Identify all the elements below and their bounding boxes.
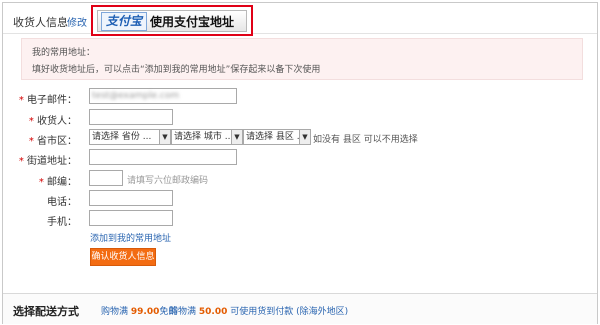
street-field[interactable]	[89, 149, 237, 165]
mobile-label: 手机：	[47, 217, 77, 228]
recipient-field[interactable]	[89, 109, 173, 125]
alipay-highlight-frame: 支付宝 使用支付宝地址	[91, 5, 253, 36]
section-title: 收货人信息	[13, 16, 68, 29]
district-select-value: 请选择 县区 ...	[246, 132, 306, 142]
street-label: * 街道地址：	[18, 156, 77, 167]
address-panel: 收货人信息 修改 支付宝 使用支付宝地址 我的常用地址： 填好收货地址后，可以点…	[2, 2, 598, 324]
province-select-value: 请选择 省份 ...	[92, 132, 152, 142]
confirm-recipient-button[interactable]: 确认收货人信息	[90, 248, 156, 266]
email-label: * 电子邮件：	[18, 95, 77, 106]
chevron-down-icon: ▼	[299, 130, 310, 144]
recipient-row: * 收货人：	[3, 109, 597, 129]
shipping-title: 选择配送方式	[13, 305, 79, 318]
city-select-value: 请选择 城市 ...	[174, 132, 234, 142]
cod-note: 购物满 50.00 可使用货到付款 (除海外地区)	[169, 307, 349, 317]
region-label: * 省市区：	[28, 136, 77, 147]
mobile-field[interactable]	[89, 210, 173, 226]
chevron-down-icon: ▼	[159, 130, 170, 144]
notice-line-1: 我的常用地址：	[32, 48, 96, 58]
recipient-label: * 收货人：	[28, 116, 77, 127]
province-select[interactable]: 请选择 省份 ... ▼	[89, 129, 171, 145]
add-to-common-address-link[interactable]: 添加到我的常用地址	[90, 231, 171, 244]
postcode-field[interactable]	[89, 170, 123, 186]
free-shipping-note: 购物满 99.00免邮	[101, 307, 178, 317]
district-select[interactable]: 请选择 县区 ... ▼	[243, 129, 311, 145]
email-row: * 电子邮件： test@example.com	[3, 88, 597, 108]
chevron-down-icon: ▼	[231, 130, 242, 144]
shipping-section: 选择配送方式 购物满 99.00免邮 购物满 50.00 可使用货到付款 (除海…	[3, 293, 597, 324]
modify-link[interactable]: 修改	[67, 14, 87, 29]
postcode-row: * 邮编： 请填写六位邮政编码	[3, 170, 597, 190]
panel-header: 收货人信息 修改 支付宝 使用支付宝地址	[3, 3, 597, 36]
use-alipay-address-button[interactable]: 支付宝 使用支付宝地址	[97, 10, 247, 32]
postcode-label: * 邮编：	[38, 177, 77, 188]
notice-line-2: 填好收货地址后，可以点击“添加到我的常用地址”保存起来以备下次使用	[32, 65, 321, 75]
mobile-row: 手机：	[3, 210, 597, 230]
phone-field[interactable]	[89, 190, 173, 206]
alipay-logo: 支付宝	[101, 12, 147, 31]
phone-label: 电话：	[47, 197, 77, 208]
region-hint: 如没有 县区 可以不用选择	[313, 135, 418, 145]
region-row: * 省市区： 请选择 省份 ... ▼ 请选择 城市 ... ▼ 请选择 县区 …	[3, 129, 597, 149]
city-select[interactable]: 请选择 城市 ... ▼	[171, 129, 243, 145]
phone-row: 电话：	[3, 190, 597, 210]
email-field[interactable]: test@example.com	[89, 88, 237, 104]
postcode-hint: 请填写六位邮政编码	[127, 176, 209, 186]
address-notice: 我的常用地址： 填好收货地址后，可以点击“添加到我的常用地址”保存起来以备下次使…	[21, 38, 583, 80]
alipay-button-label: 使用支付宝地址	[150, 15, 235, 29]
email-value: test@example.com	[92, 91, 180, 101]
street-row: * 街道地址：	[3, 149, 597, 169]
